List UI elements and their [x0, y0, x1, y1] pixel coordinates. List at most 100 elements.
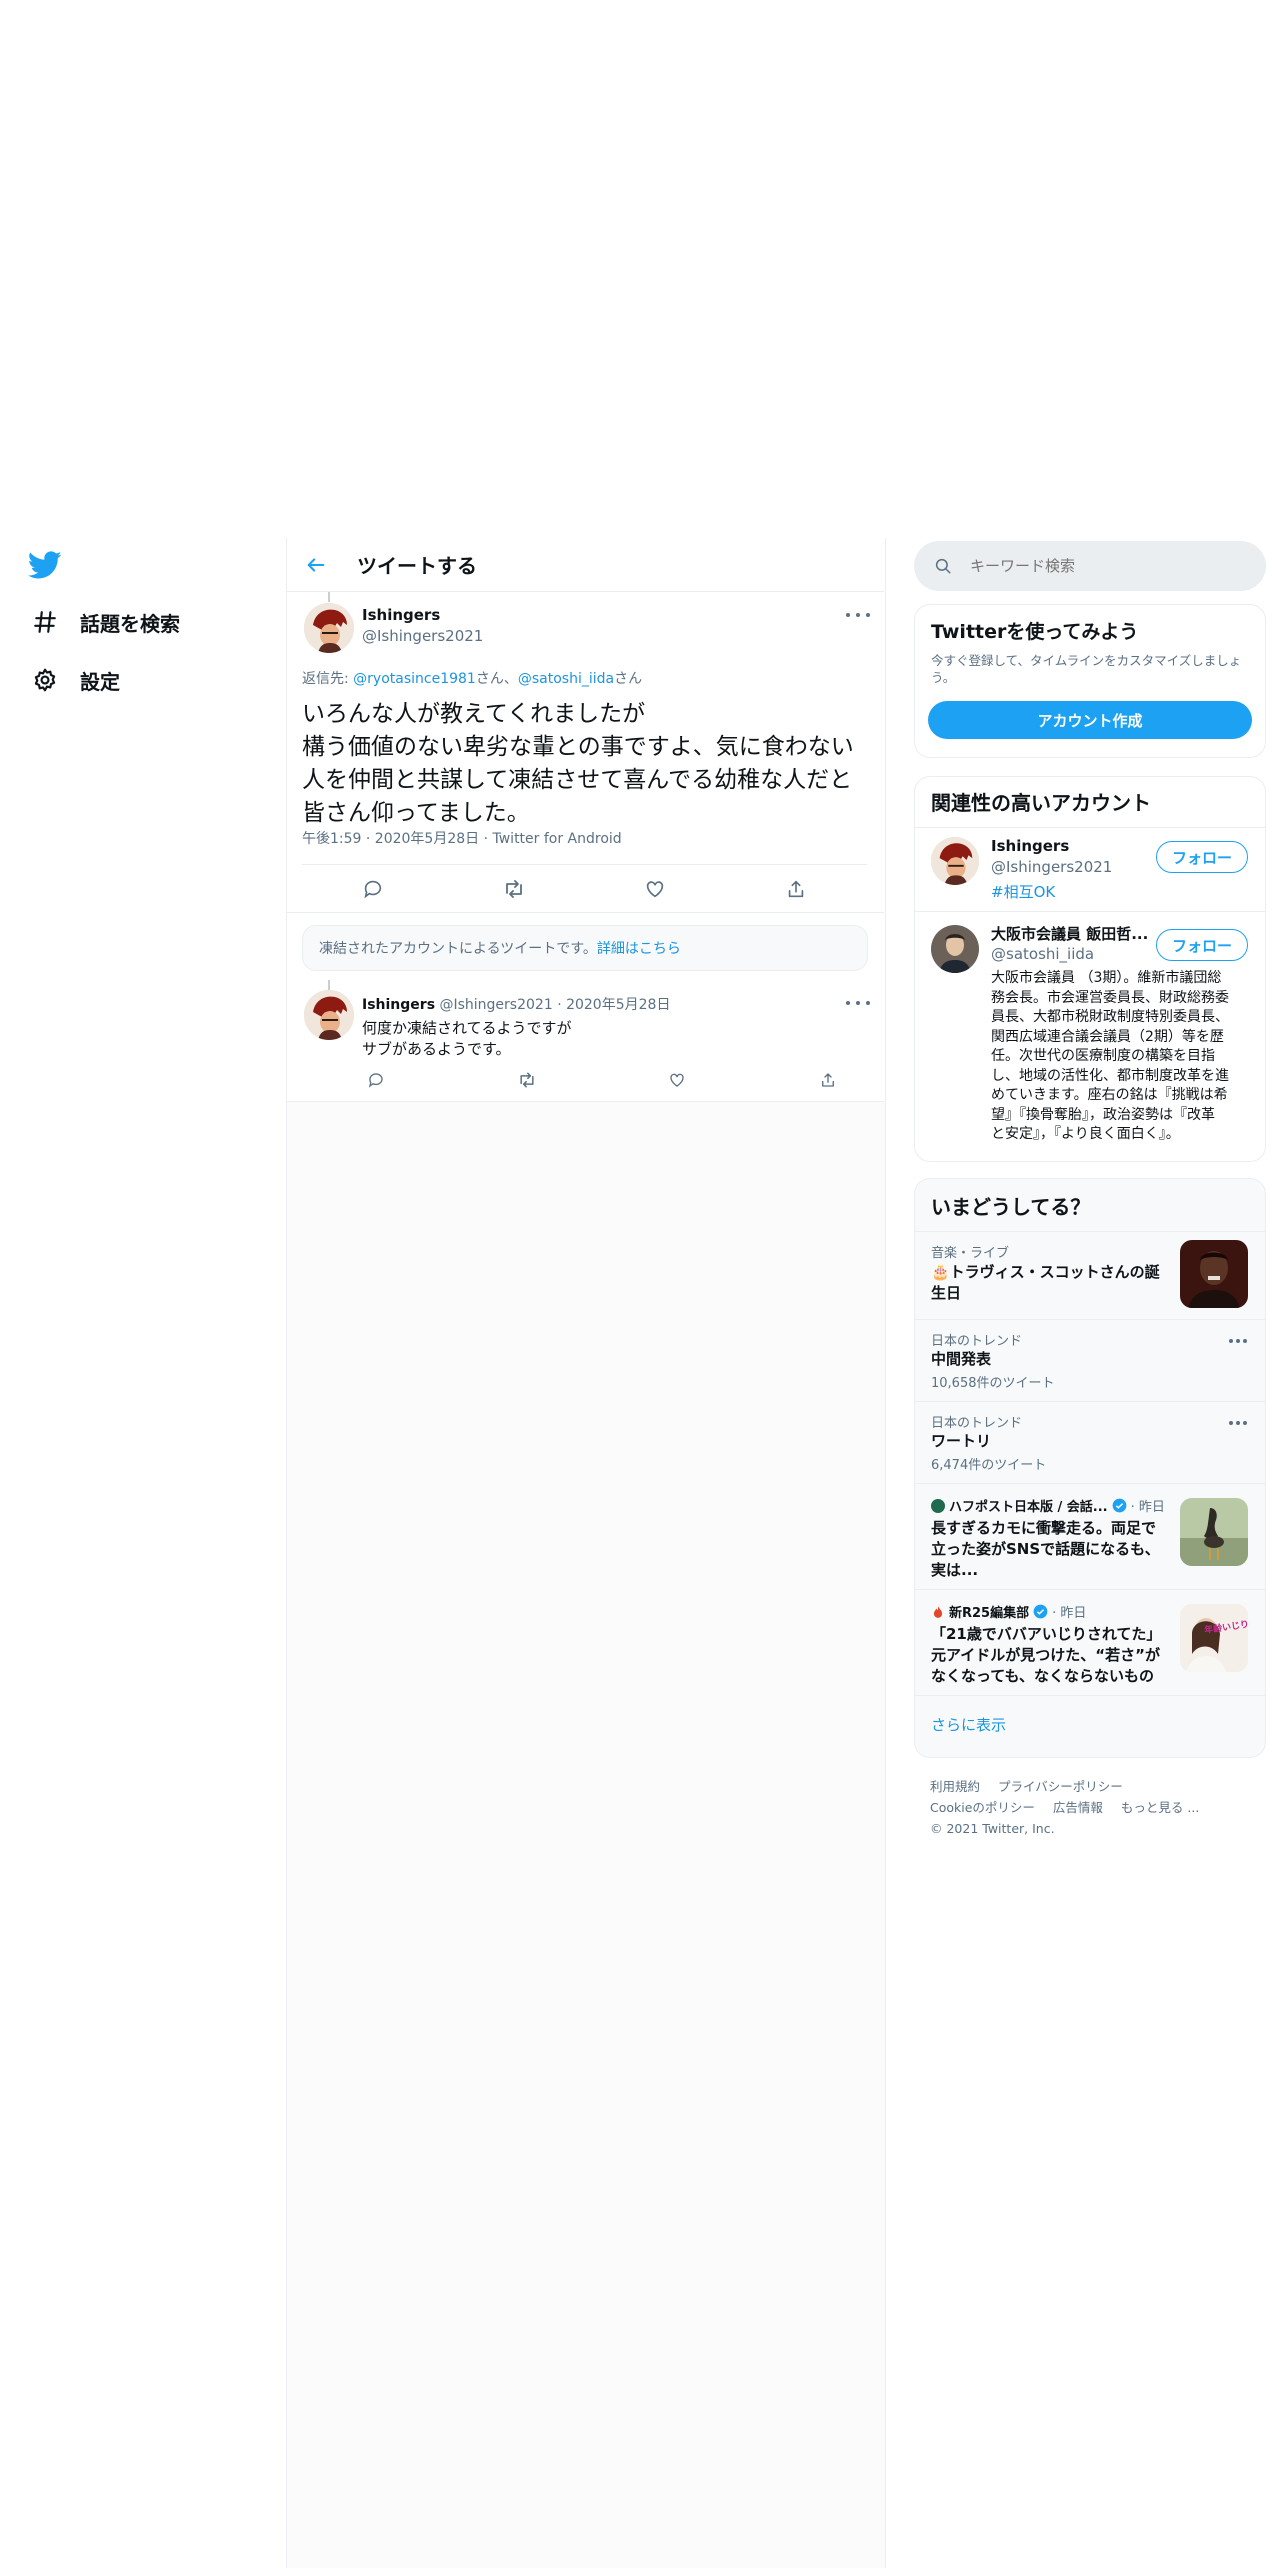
reply-sep: さん、: [475, 671, 518, 687]
news-time: · 昨日: [1052, 1606, 1087, 1621]
verified-icon: [1112, 1498, 1127, 1513]
avatar[interactable]: [931, 925, 979, 973]
reply-sep: さん: [614, 671, 643, 687]
trend-item[interactable]: 日本のトレンド ワートリ 6,474件のツイート: [915, 1401, 1265, 1484]
retweet-icon[interactable]: [500, 875, 528, 903]
author-handle[interactable]: @Ishingers2021: [362, 627, 483, 645]
trend-item[interactable]: 音楽・ライブ 🎂トラヴィス・スコットさんの誕 生日: [915, 1231, 1265, 1320]
reply-user-link[interactable]: @ryotasince1981: [353, 671, 476, 687]
account-name[interactable]: 大阪市会議員 飯田哲...: [991, 923, 1151, 944]
footer-link[interactable]: もっと見る ...: [1121, 1800, 1199, 1815]
thread-line: [328, 592, 330, 602]
account-name[interactable]: Ishingers: [991, 837, 1069, 855]
trend-category: 音楽・ライブ: [931, 1246, 1010, 1261]
signup-desc-line: 今すぐ登録して、タイムラインをカスタマイズしましょ: [931, 653, 1242, 668]
news-source: ハフポスト日本版 / 会話...: [949, 1500, 1108, 1515]
footer-link[interactable]: Cookieのポリシー: [930, 1800, 1035, 1815]
reply-icon[interactable]: [359, 875, 387, 903]
more-icon[interactable]: [846, 608, 870, 622]
share-icon[interactable]: [782, 875, 810, 903]
trend-count: 6,474件のツイート: [931, 1458, 1047, 1473]
trend-item[interactable]: 新R25編集部 · 昨日 「21歳でババアいじりされてた」 元アイドルが見つけた…: [915, 1589, 1265, 1696]
bio-line: と安定』，『より良く面白く』。: [991, 1126, 1180, 1142]
suspended-text: 凍結されたアカウントによるツイートです。: [319, 941, 597, 957]
source-logo-icon: [931, 1605, 945, 1619]
account-handle[interactable]: @satoshi_iida: [991, 945, 1094, 963]
nav-settings[interactable]: 設定: [30, 665, 120, 695]
tweet-actions: [302, 874, 867, 904]
author-name[interactable]: Ishingers: [362, 997, 435, 1013]
divider: [287, 912, 884, 913]
search-input[interactable]: [968, 556, 1222, 576]
like-icon[interactable]: [663, 1066, 691, 1094]
author-handle[interactable]: @Ishingers2021: [439, 997, 552, 1013]
more-icon[interactable]: [846, 996, 870, 1010]
show-more-row[interactable]: さらに表示: [915, 1695, 1265, 1757]
tweet-meta[interactable]: 午後1:59 · 2020年5月28日 · Twitter for Androi…: [302, 828, 622, 848]
tweet-date[interactable]: · 2020年5月28日: [557, 997, 670, 1013]
news-time: · 昨日: [1130, 1500, 1165, 1515]
news-title: 「21歳でババアいじりされてた」 元アイドルが見つけた、“若さ”が なくなっても…: [931, 1624, 1175, 1687]
trend-item[interactable]: 日本のトレンド 中間発表 10,658件のツイート: [915, 1319, 1265, 1402]
news-thumbnail: [1180, 1498, 1248, 1566]
footer-link[interactable]: 利用規約: [930, 1779, 980, 1794]
news-title-line: 長すぎるカモに衝撃走る。両足で: [931, 1519, 1157, 1537]
news-source-row: 新R25編集部 · 昨日: [931, 1602, 1086, 1621]
signup-card: Twitterを使ってみよう 今すぐ登録して、タイムラインをカスタマイズしましょ…: [914, 604, 1266, 758]
news-thumbnail: 年齢いじり: [1180, 1604, 1248, 1672]
gear-icon: [30, 665, 60, 695]
account-handle[interactable]: @Ishingers2021: [991, 858, 1112, 876]
account-bio-hashtag[interactable]: #相互OK: [991, 881, 1055, 902]
trend-category: 日本のトレンド: [931, 1334, 1023, 1349]
footer-link[interactable]: 広告情報: [1053, 1800, 1103, 1815]
tweet-line: 何度か凍結されてるようですが: [362, 1019, 572, 1037]
bio-line: 関西広域連合議会議員（2期）等を歴: [991, 1028, 1224, 1045]
reply-icon[interactable]: [362, 1066, 390, 1094]
more-icon[interactable]: [1229, 1416, 1247, 1430]
follow-button[interactable]: フォロー: [1156, 929, 1248, 961]
reply-user-link[interactable]: @satoshi_iida: [518, 671, 614, 687]
search-box[interactable]: [914, 541, 1266, 591]
bio-line: めていきます。座右の銘は『挑戦は希: [991, 1087, 1228, 1103]
search-icon: [934, 557, 952, 575]
create-account-button[interactable]: アカウント作成: [928, 701, 1252, 739]
tweet-line: 皆さん仰ってました。: [302, 800, 530, 826]
trend-title-line: 生日: [931, 1284, 962, 1302]
trend-title: 🎂トラヴィス・スコットさんの誕 生日: [931, 1262, 1160, 1304]
avatar[interactable]: [304, 603, 354, 653]
news-source-row: ハフポスト日本版 / 会話... · 昨日: [931, 1496, 1165, 1515]
retweet-icon[interactable]: [513, 1066, 541, 1094]
nav-explore-label: 話題を検索: [80, 611, 180, 636]
related-title: 関連性の高いアカウント: [931, 791, 1151, 815]
signup-title: Twitterを使ってみよう: [931, 621, 1139, 643]
author-name[interactable]: Ishingers: [362, 606, 440, 624]
tweet-line: 人を仲間と共謀して凍結させて喜んでる幼稚な人だと: [302, 767, 853, 793]
like-icon[interactable]: [641, 875, 669, 903]
signup-desc: 今すぐ登録して、タイムラインをカスタマイズしましょ う。: [915, 644, 1265, 686]
follow-button[interactable]: フォロー: [1156, 841, 1248, 873]
news-source: 新R25編集部: [949, 1606, 1030, 1621]
reply-prefix: 返信先:: [302, 671, 354, 687]
page-title: ツイートする: [357, 554, 477, 578]
avatar[interactable]: [304, 990, 354, 1040]
account-bio: 大阪市会議員 （3期）。維新市議団総 務会長。市会運営委員長、財政総務委 員長、…: [991, 969, 1253, 1145]
signup-desc-line: う。: [931, 670, 956, 685]
nav-settings-label: 設定: [80, 669, 120, 694]
trend-item[interactable]: ハフポスト日本版 / 会話... · 昨日 長すぎるカモに衝撃走る。両足で 立っ…: [915, 1483, 1265, 1590]
back-arrow-icon[interactable]: [301, 550, 331, 580]
twitter-logo-icon[interactable]: [27, 548, 62, 582]
news-title-line: 「21歳でババアいじりされてた」: [931, 1625, 1162, 1643]
tweet-line: サブがあるようです。: [362, 1040, 511, 1058]
more-icon[interactable]: [1229, 1334, 1247, 1348]
tweet-actions: [362, 1068, 842, 1092]
bio-line: 大阪市会議員 （3期）。維新市議団総: [991, 970, 1222, 986]
suspended-learn-more-link[interactable]: 詳細はこちら: [597, 938, 681, 958]
show-more-link[interactable]: さらに表示: [931, 1714, 1006, 1735]
bio-line: 望』『換骨奪胎』，政治姿勢は『改革: [991, 1106, 1215, 1123]
avatar[interactable]: [931, 837, 979, 885]
share-icon[interactable]: [814, 1066, 842, 1094]
reply-tweet-text: 何度か凍結されてるようですが サブがあるようです。: [362, 1018, 572, 1060]
nav-explore[interactable]: 話題を検索: [30, 607, 180, 637]
footer-link[interactable]: プライバシーポリシー: [998, 1779, 1123, 1794]
trend-title: ワートリ: [931, 1432, 992, 1450]
